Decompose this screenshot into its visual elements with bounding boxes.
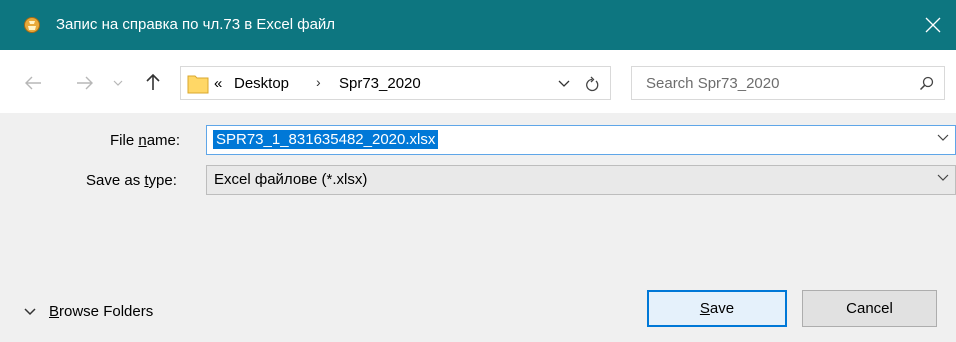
chevron-down-icon xyxy=(113,80,123,86)
search-input[interactable]: Search Spr73_2020 xyxy=(646,75,779,92)
breadcrumb-desktop[interactable]: Desktop xyxy=(234,75,289,92)
close-button[interactable] xyxy=(910,0,956,50)
navigation-bar: « Desktop › Spr73_2020 Search Spr73_2020 xyxy=(0,50,956,113)
save-type-value[interactable]: Excel файлове (*.xlsx) xyxy=(214,171,367,188)
arrow-left-icon xyxy=(25,76,41,90)
refresh-icon xyxy=(586,76,599,92)
file-name-label: File name: xyxy=(110,132,181,149)
cancel-button-label: Cancel xyxy=(846,300,893,317)
browse-folders-toggle[interactable]: Browse Folders xyxy=(24,303,153,320)
search-box[interactable]: Search Spr73_2020 xyxy=(631,66,945,100)
save-type-select[interactable]: Excel файлове (*.xlsx) xyxy=(206,165,956,195)
browse-folders-label: Browse Folders xyxy=(49,303,154,320)
breadcrumb-current-folder[interactable]: Spr73_2020 xyxy=(339,75,421,92)
arrow-up-icon xyxy=(146,73,160,90)
address-dropdown[interactable] xyxy=(556,76,572,92)
address-bar[interactable]: « Desktop › Spr73_2020 xyxy=(180,66,611,100)
forward-button[interactable] xyxy=(74,72,96,94)
save-form: File name: SPR73_1_831635482_2020.xlsx S… xyxy=(0,113,956,342)
save-button-label: Save xyxy=(699,300,735,317)
save-type-label: Save as type: xyxy=(86,172,177,189)
folder-icon xyxy=(187,75,209,94)
app-icon xyxy=(24,17,40,33)
recent-locations-button[interactable] xyxy=(111,76,125,90)
chevron-down-icon xyxy=(24,307,36,315)
refresh-button[interactable] xyxy=(583,75,601,93)
cancel-button[interactable]: Cancel xyxy=(802,290,937,327)
search-icon[interactable] xyxy=(919,76,934,91)
chevron-down-icon[interactable] xyxy=(937,134,949,142)
window-title: Запис на справка по чл.73 в Excel файл xyxy=(56,16,336,33)
chevron-down-icon xyxy=(558,80,570,87)
file-name-value[interactable]: SPR73_1_831635482_2020.xlsx xyxy=(213,130,439,149)
back-button[interactable] xyxy=(22,72,44,94)
address-overflow[interactable]: « xyxy=(214,75,222,92)
close-icon xyxy=(925,17,941,33)
title-bar: Запис на справка по чл.73 в Excel файл xyxy=(0,0,956,50)
file-name-field[interactable]: SPR73_1_831635482_2020.xlsx xyxy=(206,125,956,155)
save-button[interactable]: Save xyxy=(647,290,787,327)
breadcrumb-separator[interactable]: › xyxy=(316,74,321,90)
arrow-right-icon xyxy=(77,76,93,90)
up-button[interactable] xyxy=(141,70,165,94)
chevron-down-icon[interactable] xyxy=(937,174,949,182)
